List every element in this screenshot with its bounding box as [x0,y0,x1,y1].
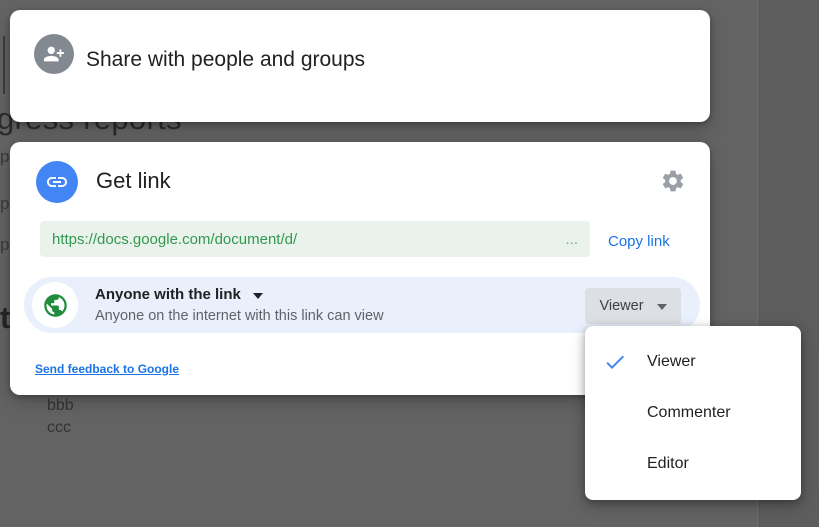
background-text-fragment: p [0,235,9,255]
menu-item-label: Commenter [647,404,731,422]
menu-item-viewer[interactable]: Viewer [585,336,801,387]
menu-item-editor[interactable]: Editor [585,438,801,489]
menu-item-label: Viewer [647,353,696,371]
chevron-down-icon [657,304,667,310]
document-link-text: https://docs.google.com/document/d/ [52,231,559,248]
check-icon [603,350,627,374]
link-ellipsis: ... [565,231,578,248]
access-scope-description: Anyone on the internet with this link ca… [95,308,384,324]
menu-item-commenter[interactable]: Commenter [585,387,801,438]
background-text-fragment: p [0,194,9,214]
menu-item-label: Editor [647,455,689,473]
person-add-icon [34,34,74,74]
background-list-item: bbb [47,397,74,415]
background-text-cursor [3,36,5,94]
role-dropdown-label: Viewer [599,298,643,314]
access-scope-dropdown[interactable]: Anyone with the link [95,286,263,303]
chevron-down-icon [253,293,263,299]
get-link-title: Get link [96,168,171,194]
role-menu: Viewer Commenter Editor [585,326,801,500]
link-icon [36,161,78,203]
background-text-fragment: p [0,147,9,167]
link-access-row: Anyone with the link Anyone on the inter… [24,277,700,333]
send-feedback-link[interactable]: Send feedback to Google [35,362,179,376]
document-link-field[interactable]: https://docs.google.com/document/d/ ... [40,221,590,257]
copy-link-button[interactable]: Copy link [606,229,672,254]
share-dialog-title: Share with people and groups [86,48,365,72]
screen: gress reports p p p t bbb ccc Share with… [0,0,819,527]
gear-icon[interactable] [658,166,688,196]
share-people-card: Share with people and groups [10,10,710,122]
access-scope-label: Anyone with the link [95,286,241,303]
background-list-item: ccc [47,419,71,437]
role-dropdown-button[interactable]: Viewer [585,288,681,324]
globe-icon [32,282,78,328]
